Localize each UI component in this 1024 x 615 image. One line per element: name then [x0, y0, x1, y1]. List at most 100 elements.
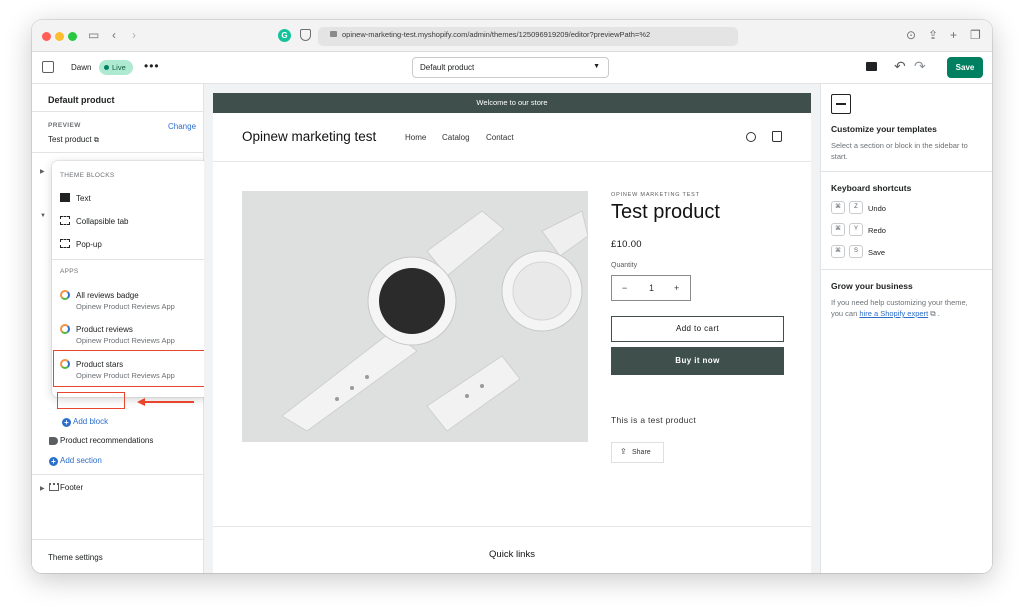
cart-icon[interactable] [772, 131, 782, 142]
grow-text-after: . [935, 309, 940, 318]
theme-blocks-heading: THEME BLOCKS [60, 172, 115, 179]
quantity-increase-button[interactable]: + [674, 283, 679, 293]
quick-links-heading: Quick links [489, 549, 535, 560]
customize-title: Customize your templates [831, 124, 937, 134]
caret-right-icon[interactable]: ▶ [40, 168, 45, 175]
download-icon[interactable]: ⊙ [906, 28, 916, 42]
app-block-source: Opinew Product Reviews App [76, 336, 175, 345]
quantity-decrease-button[interactable]: − [622, 283, 627, 293]
browser-window: ▭ ‹ › G opinew-marketing-test.myshopify.… [32, 20, 992, 573]
product-image[interactable] [242, 191, 588, 442]
footer-icon [49, 483, 59, 491]
buy-now-button[interactable]: Buy it now [611, 347, 784, 375]
annotation-arrow-line [144, 401, 194, 403]
hire-expert-link[interactable]: hire a Shopify expert [859, 309, 928, 318]
sidebar-title: Default product [48, 95, 115, 105]
divider [32, 111, 204, 112]
theme-settings-link[interactable]: Theme settings [48, 553, 103, 562]
sidebar-toggle-icon[interactable]: ▭ [88, 28, 99, 42]
live-badge: Live [99, 60, 133, 75]
header-divider [213, 161, 811, 162]
share-icon: ⇪ [620, 447, 627, 456]
zoom-window-button[interactable] [68, 32, 77, 41]
text-block-icon [60, 193, 70, 202]
forward-icon[interactable]: › [132, 28, 136, 42]
kbd-command: ⌘ [831, 201, 845, 214]
caret-right-icon[interactable]: ▶ [40, 485, 45, 492]
template-select-value: Default product [420, 63, 475, 72]
undo-icon[interactable]: ↶ [894, 58, 906, 75]
app-block-source: Opinew Product Reviews App [76, 302, 175, 311]
theme-block-collapsible-tab[interactable]: Collapsible tab [76, 217, 128, 226]
share-label: Share [632, 449, 651, 456]
product-title: Test product [611, 201, 720, 223]
opinew-app-icon [60, 324, 70, 334]
save-button[interactable]: Save [947, 57, 983, 78]
app-block-product-reviews[interactable]: Product reviews [76, 325, 133, 334]
template-select[interactable]: Default product ▼ [412, 57, 609, 78]
popup-icon [60, 239, 70, 248]
watch-illustration [242, 191, 588, 442]
quantity-label: Quantity [611, 262, 638, 269]
plus-circle-icon: + [62, 418, 71, 427]
nav-home[interactable]: Home [405, 133, 426, 142]
editor-topbar: Dawn Live ••• Default product ▼ ↶ ↷ Save [32, 52, 992, 84]
announcement-bar[interactable]: Welcome to our store [213, 93, 811, 113]
highlight-add-block [57, 392, 125, 409]
annotation-arrow-head [137, 397, 145, 406]
add-to-cart-button[interactable]: Add to cart [611, 316, 784, 342]
preview-value-text: Test product [48, 135, 92, 144]
kbd-key: S [849, 245, 863, 258]
share-button[interactable]: ⇪ Share [611, 442, 664, 463]
desktop-preview-icon[interactable] [866, 62, 877, 71]
nav-contact[interactable]: Contact [486, 133, 514, 142]
add-section-link[interactable]: Add section [60, 456, 102, 465]
close-window-button[interactable] [42, 32, 51, 41]
theme-block-popup[interactable]: Pop-up [76, 240, 102, 249]
nav-catalog[interactable]: Catalog [442, 133, 470, 142]
section-footer[interactable]: Footer [60, 483, 83, 492]
search-icon[interactable] [746, 132, 756, 142]
external-link-icon[interactable]: ⧉ [94, 137, 99, 144]
section-product-recommendations[interactable]: Product recommendations [60, 436, 153, 445]
share-icon[interactable]: ⇪ [928, 28, 938, 42]
minimize-window-button[interactable] [55, 32, 64, 41]
url-text[interactable]: opinew-marketing-test.myshopify.com/admi… [342, 30, 692, 39]
store-logo[interactable]: Opinew marketing test [242, 129, 376, 144]
kbd-command: ⌘ [831, 245, 845, 258]
product-vendor: OPINEW MARKETING TEST [611, 192, 700, 198]
more-actions-icon[interactable]: ••• [144, 59, 160, 73]
divider [32, 539, 204, 540]
help-panel: Customize your templates Select a sectio… [820, 84, 992, 573]
divider [821, 269, 992, 270]
exit-icon[interactable] [42, 61, 54, 73]
footer-divider [213, 526, 811, 527]
grammarly-icon[interactable]: G [278, 29, 291, 42]
browser-toolbar: ▭ ‹ › G opinew-marketing-test.myshopify.… [32, 20, 992, 52]
preview-value: Test product ⧉ [48, 135, 99, 145]
tag-icon [49, 437, 58, 445]
opinew-app-icon [60, 290, 70, 300]
kbd-key: Z [849, 201, 863, 214]
divider [821, 171, 992, 172]
apps-heading: APPS [60, 268, 79, 275]
divider [32, 152, 204, 153]
app-block-all-reviews-badge[interactable]: All reviews badge [76, 291, 139, 300]
new-tab-icon[interactable]: + [950, 28, 957, 42]
back-icon[interactable]: ‹ [112, 28, 116, 42]
preview-canvas: Welcome to our store Opinew marketing te… [204, 84, 820, 573]
redo-icon[interactable]: ↷ [914, 58, 926, 75]
privacy-shield-icon[interactable] [300, 29, 311, 41]
customize-template-icon [831, 94, 851, 114]
quantity-stepper[interactable]: − 1 + [611, 275, 691, 301]
add-block-link[interactable]: Add block [73, 417, 108, 426]
tab-overview-icon[interactable]: ❐ [970, 28, 981, 42]
caret-down-icon[interactable]: ▼ [40, 213, 46, 219]
lock-icon [330, 31, 337, 37]
store-preview: Welcome to our store Opinew marketing te… [213, 93, 811, 573]
shortcut-save-label: Save [868, 248, 886, 257]
theme-block-text[interactable]: Text [76, 194, 91, 203]
quantity-value[interactable]: 1 [649, 283, 654, 293]
preview-label: PREVIEW [48, 122, 81, 129]
change-preview-link[interactable]: Change [168, 122, 196, 131]
